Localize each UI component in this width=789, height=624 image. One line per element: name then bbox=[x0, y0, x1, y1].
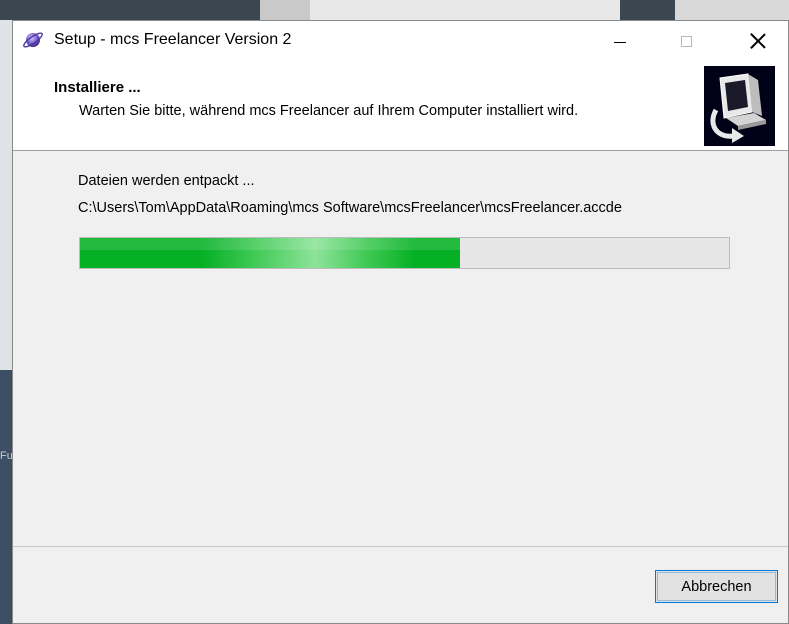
progress-bar-fill bbox=[80, 238, 460, 268]
maximize-icon bbox=[680, 35, 692, 47]
close-icon bbox=[750, 33, 766, 49]
title-bar[interactable]: Setup - mcs Freelancer Version 2 bbox=[13, 21, 788, 61]
wizard-header: Installiere ... Warten Sie bitte, währen… bbox=[13, 61, 788, 151]
computer-install-icon bbox=[704, 66, 775, 146]
setup-window: Setup - mcs Freelancer Version 2 Install… bbox=[12, 20, 789, 624]
progress-bar bbox=[79, 237, 730, 269]
page-subtitle: Warten Sie bitte, während mcs Freelancer… bbox=[79, 103, 579, 119]
cancel-button[interactable]: Abbrechen bbox=[655, 570, 778, 603]
minimize-button[interactable] bbox=[597, 21, 643, 61]
page-title: Installiere ... bbox=[54, 79, 141, 96]
close-button[interactable] bbox=[735, 21, 781, 61]
footer-divider bbox=[13, 546, 788, 547]
desktop-background-left: Fu bbox=[0, 20, 13, 624]
desktop-background-top bbox=[0, 0, 789, 20]
minimize-icon bbox=[614, 41, 626, 43]
planet-icon bbox=[23, 32, 43, 48]
window-title: Setup - mcs Freelancer Version 2 bbox=[54, 31, 292, 48]
maximize-button[interactable] bbox=[663, 21, 709, 61]
file-path-label: C:\Users\Tom\AppData\Roaming\mcs Softwar… bbox=[78, 200, 622, 216]
status-label: Dateien werden entpackt ... bbox=[78, 173, 255, 189]
background-text-fragment: Fu bbox=[0, 450, 13, 462]
